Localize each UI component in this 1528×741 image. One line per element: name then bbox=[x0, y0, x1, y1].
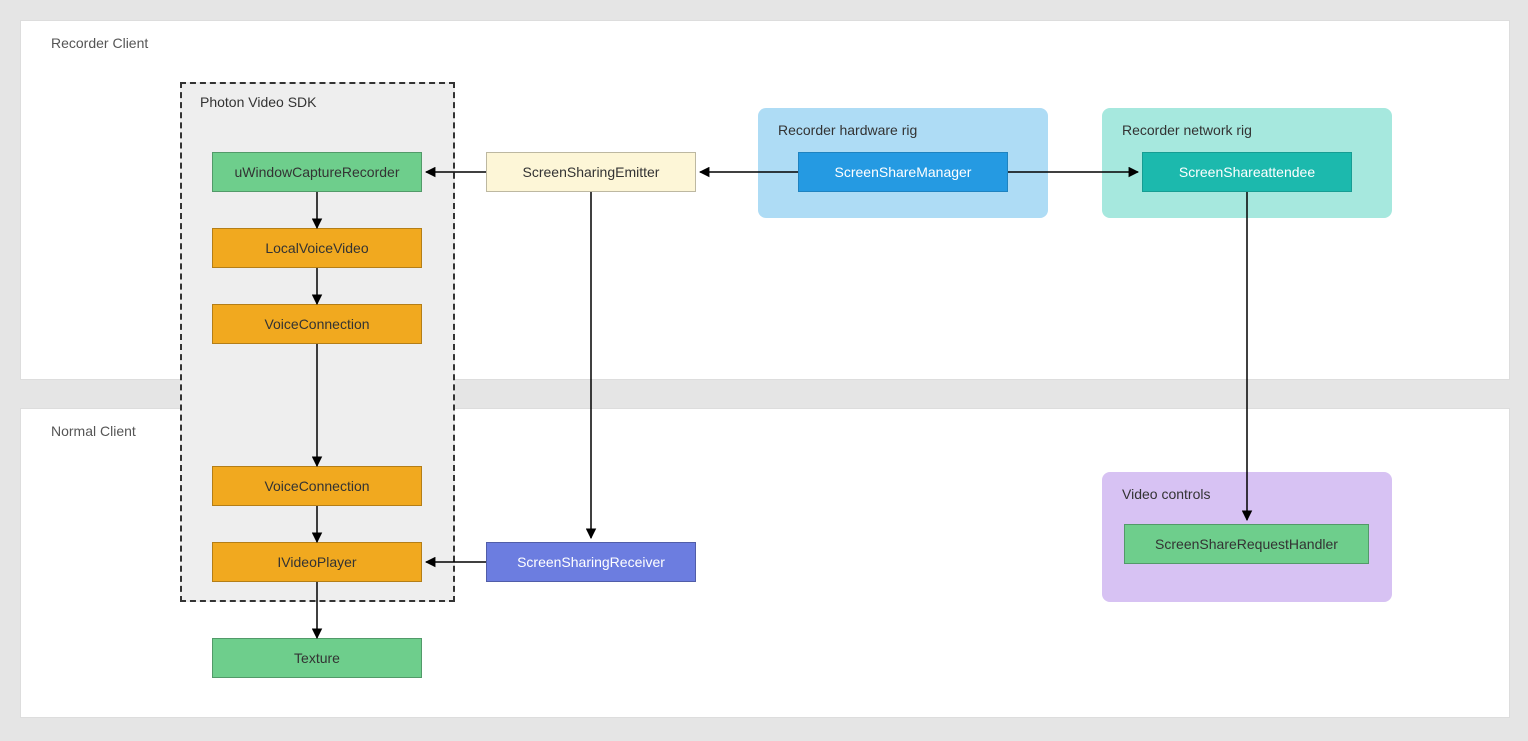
node-screen-share-manager: ScreenShareManager bbox=[798, 152, 1008, 192]
node-handler-label: ScreenShareRequestHandler bbox=[1155, 536, 1338, 552]
node-texture-label: Texture bbox=[294, 650, 340, 666]
group-network-rig-label: Recorder network rig bbox=[1122, 122, 1372, 138]
node-voice-connection-2: VoiceConnection bbox=[212, 466, 422, 506]
group-video-controls-label: Video controls bbox=[1122, 486, 1372, 502]
node-uwindow-capture-recorder: uWindowCaptureRecorder bbox=[212, 152, 422, 192]
panel-recorder-client-label: Recorder Client bbox=[51, 35, 148, 51]
node-screen-sharing-emitter: ScreenSharingEmitter bbox=[486, 152, 696, 192]
node-manager-label: ScreenShareManager bbox=[835, 164, 972, 180]
group-hardware-rig-label: Recorder hardware rig bbox=[778, 122, 1028, 138]
node-texture: Texture bbox=[212, 638, 422, 678]
node-screen-sharing-receiver: ScreenSharingReceiver bbox=[486, 542, 696, 582]
node-localvoice-label: LocalVoiceVideo bbox=[265, 240, 368, 256]
node-local-voice-video: LocalVoiceVideo bbox=[212, 228, 422, 268]
node-screen-share-attendee: ScreenShareattendee bbox=[1142, 152, 1352, 192]
node-uwindow-label: uWindowCaptureRecorder bbox=[235, 164, 400, 180]
node-voice-connection-1: VoiceConnection bbox=[212, 304, 422, 344]
panel-normal-client-label: Normal Client bbox=[51, 423, 136, 439]
diagram-canvas: Recorder Client Normal Client Photon Vid… bbox=[0, 0, 1528, 741]
node-screen-share-request-handler: ScreenShareRequestHandler bbox=[1124, 524, 1369, 564]
node-ivideoplayer-label: IVideoPlayer bbox=[277, 554, 356, 570]
node-voiceconn2-label: VoiceConnection bbox=[264, 478, 369, 494]
group-photon-sdk-label: Photon Video SDK bbox=[200, 94, 317, 110]
node-voiceconn1-label: VoiceConnection bbox=[264, 316, 369, 332]
node-emitter-label: ScreenSharingEmitter bbox=[523, 164, 660, 180]
node-attendee-label: ScreenShareattendee bbox=[1179, 164, 1315, 180]
node-ivideo-player: IVideoPlayer bbox=[212, 542, 422, 582]
node-receiver-label: ScreenSharingReceiver bbox=[517, 554, 665, 570]
